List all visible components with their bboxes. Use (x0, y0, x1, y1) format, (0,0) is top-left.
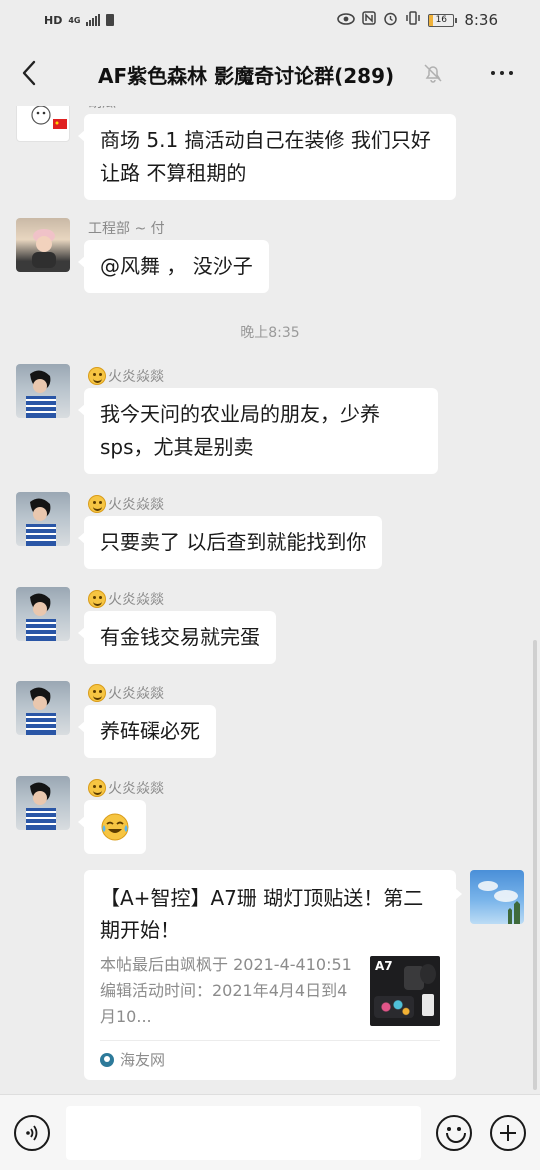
network-gen-indicator: 4G (68, 15, 81, 25)
vibrate-icon (405, 11, 421, 29)
site-logo-icon (100, 1052, 114, 1067)
message-bubble[interactable]: 我今天问的农业局的朋友，少养sps，尤其是别卖 (78, 388, 438, 474)
crying-laughing-emoji-icon (101, 813, 129, 841)
avatar[interactable] (16, 681, 70, 735)
sender-name: 火炎焱燚 (88, 778, 164, 798)
message-bubble[interactable]: 商场 5.1 搞活动自己在装修 我们只好让路 不算租期的 (78, 114, 456, 200)
self-avatar[interactable] (470, 870, 524, 924)
back-button[interactable] (14, 56, 44, 90)
mute-bell-icon (422, 62, 444, 84)
sender-label: 火炎焱燚 (108, 497, 164, 513)
message-text: 商场 5.1 搞活动自己在装修 我们只好让路 不算租期的 (100, 128, 431, 185)
battery-level: 16 (435, 14, 448, 25)
message-bubble[interactable]: @风舞 ， 没沙子 (78, 240, 269, 293)
chat-header: AF紫色森林 影魔奇讨论群(289) (0, 40, 540, 106)
message-text: 我今天问的农业局的朋友，少养sps，尤其是别卖 (100, 402, 380, 459)
sender-name: 火炎焱燚 (88, 683, 164, 703)
sender-name: 胡瓜 (88, 106, 116, 112)
link-card-thumbnail: A7 (370, 956, 440, 1026)
voice-button[interactable] (14, 1115, 50, 1151)
message-bubble[interactable]: 只要卖了 以后查到就能找到你 (77, 516, 383, 569)
avatar[interactable] (16, 106, 70, 142)
hd-indicator: HD (44, 13, 63, 27)
message-text: @风舞 ， 没沙子 (100, 254, 253, 278)
input-bar (0, 1094, 540, 1170)
back-arrow-icon (22, 60, 36, 86)
message-bubble[interactable] (78, 800, 146, 854)
sender-label: 火炎焱燚 (108, 369, 164, 385)
avatar[interactable] (16, 587, 70, 641)
sender-name: 火炎焱燚 (88, 589, 164, 609)
avatar[interactable] (16, 218, 70, 272)
scrollbar[interactable] (533, 640, 537, 1090)
more-actions-button[interactable] (490, 1115, 526, 1151)
link-card-source: 海友网 (100, 1049, 440, 1070)
sender-name: 火炎焱燚 (88, 366, 164, 386)
message-text: 养砗磲必死 (100, 719, 200, 743)
battery-icon: 16 (428, 13, 458, 27)
more-button[interactable] (484, 62, 520, 84)
more-dots-icon (491, 71, 513, 75)
message-text: 只要卖了 以后查到就能找到你 (100, 530, 367, 554)
message-list[interactable]: 胡瓜 商场 5.1 搞活动自己在装修 我们只好让路 不算租期的 工程部 ~ 付 … (0, 106, 540, 1094)
smiley-icon (88, 684, 106, 702)
message-input[interactable] (66, 1106, 421, 1160)
smiley-icon (88, 779, 106, 797)
eye-icon (337, 11, 356, 29)
sender-name: 火炎焱燚 (88, 494, 164, 514)
sender-name: 工程部 ~ 付 (88, 221, 165, 237)
voice-icon (26, 1125, 38, 1141)
status-left: HD 4G (44, 13, 115, 27)
message-text: 有金钱交易就完蛋 (100, 625, 260, 649)
sim-icon (106, 14, 115, 26)
status-bar: HD 4G 16 8:36 (0, 0, 540, 40)
emoji-button[interactable] (436, 1115, 472, 1151)
link-card-title: 【A+智控】A7珊 瑚灯顶贴送！第二期开始！ (100, 886, 424, 942)
smiley-icon (88, 495, 106, 513)
link-card[interactable]: 【A+智控】A7珊 瑚灯顶贴送！第二期开始！ 本帖最后由飒枫于 2021-4-4… (84, 870, 462, 1080)
nfc-icon (362, 11, 377, 29)
avatar[interactable] (16, 364, 70, 418)
message-bubble[interactable]: 养砗磲必死 (78, 705, 216, 758)
status-time: 8:36 (464, 11, 498, 29)
time-separator: 晚上8:35 (240, 325, 300, 341)
message-bubble[interactable]: 有金钱交易就完蛋 (78, 611, 276, 664)
sender-label: 火炎焱燚 (108, 592, 164, 608)
alarm-icon (383, 11, 398, 30)
smiley-icon (88, 590, 106, 608)
link-card-description: 本帖最后由飒枫于 2021-4-410:51编辑活动时间：2021年4月4日到4… (100, 955, 352, 1026)
link-card-body: 本帖最后由飒枫于 2021-4-410:51编辑活动时间：2021年4月4日到4… (100, 952, 440, 1030)
chat-title: AF紫色森林 影魔奇讨论群(289) (98, 64, 395, 88)
smiley-icon (88, 367, 106, 385)
signal-icon (86, 14, 101, 26)
card-divider (100, 1040, 440, 1041)
thumbnail-label: A7 (375, 959, 393, 973)
avatar[interactable] (16, 492, 70, 546)
avatar[interactable] (16, 776, 70, 830)
source-name: 海友网 (120, 1051, 166, 1069)
sender-label: 火炎焱燚 (108, 686, 164, 702)
sender-label: 火炎焱燚 (108, 781, 164, 797)
status-right: 16 8:36 (337, 11, 498, 30)
